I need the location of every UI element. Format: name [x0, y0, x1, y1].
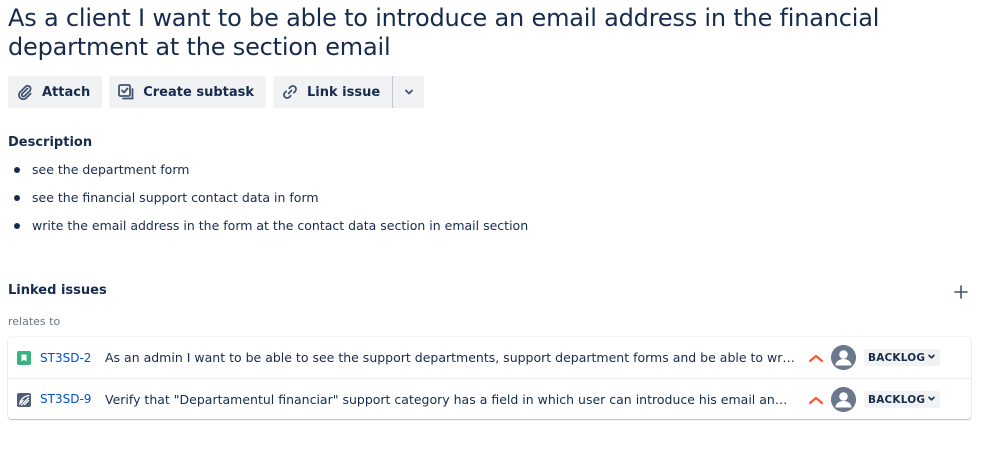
- bullet-icon: [14, 167, 20, 173]
- relation-label: relates to: [8, 315, 61, 328]
- assignee-avatar[interactable]: [831, 387, 856, 412]
- subtask-icon: [117, 83, 135, 101]
- plus-icon: [954, 284, 968, 303]
- priority-high-icon: [808, 392, 824, 406]
- description-list[interactable]: see the department form see the financia…: [8, 160, 528, 244]
- issue-key-link[interactable]: ST3SD-9: [40, 392, 91, 406]
- test-icon: [17, 392, 31, 407]
- link-issue-label: Link issue: [307, 84, 381, 100]
- create-subtask-button[interactable]: Create subtask: [109, 76, 267, 108]
- priority-high-icon: [808, 350, 824, 364]
- attach-label: Attach: [42, 84, 91, 100]
- linked-issue-row[interactable]: ST3SD-2 As an admin I want to be able to…: [8, 337, 971, 378]
- bullet-icon: [14, 195, 20, 201]
- paperclip-icon: [16, 83, 34, 101]
- add-linked-issue-button[interactable]: [950, 282, 972, 304]
- bullet-icon: [14, 223, 20, 229]
- status-label: BACKLOG: [868, 393, 926, 406]
- chevron-down-icon: [403, 83, 415, 102]
- chevron-down-icon: [927, 394, 936, 406]
- assignee-avatar[interactable]: [831, 345, 856, 370]
- issue-key-link[interactable]: ST3SD-2: [40, 351, 91, 365]
- link-issue-button[interactable]: Link issue: [273, 76, 392, 108]
- link-issue-dropdown-button[interactable]: [393, 76, 424, 108]
- description-item-text: see the financial support contact data i…: [32, 190, 319, 205]
- issue-summary[interactable]: Verify that "Departamentul financiar" su…: [105, 392, 795, 407]
- create-subtask-label: Create subtask: [143, 84, 255, 100]
- link-issue-split-button: Link issue: [273, 76, 425, 108]
- attach-button[interactable]: Attach: [8, 76, 103, 108]
- linked-issues-list: ST3SD-2 As an admin I want to be able to…: [8, 337, 971, 419]
- status-dropdown[interactable]: BACKLOG: [864, 349, 941, 366]
- linked-issues-heading: Linked issues: [8, 283, 107, 298]
- description-item: write the email address in the form at t…: [8, 216, 528, 244]
- issue-summary[interactable]: As an admin I want to be able to see the…: [105, 350, 795, 365]
- description-item-text: write the email address in the form at t…: [32, 218, 529, 233]
- linked-issue-row[interactable]: ST3SD-9 Verify that "Departamentul finan…: [8, 378, 971, 419]
- status-dropdown[interactable]: BACKLOG: [864, 391, 941, 408]
- description-item: see the financial support contact data i…: [8, 188, 528, 216]
- issue-toolbar: Attach Create subtask Link issue: [8, 76, 425, 108]
- status-label: BACKLOG: [868, 351, 926, 364]
- description-heading: Description: [8, 135, 93, 150]
- chevron-down-icon: [927, 352, 936, 364]
- description-item: see the department form: [8, 160, 528, 188]
- link-icon: [281, 83, 299, 101]
- story-icon: [17, 350, 31, 365]
- description-item-text: see the department form: [32, 162, 190, 177]
- issue-title[interactable]: As a client I want to be able to introdu…: [8, 4, 983, 62]
